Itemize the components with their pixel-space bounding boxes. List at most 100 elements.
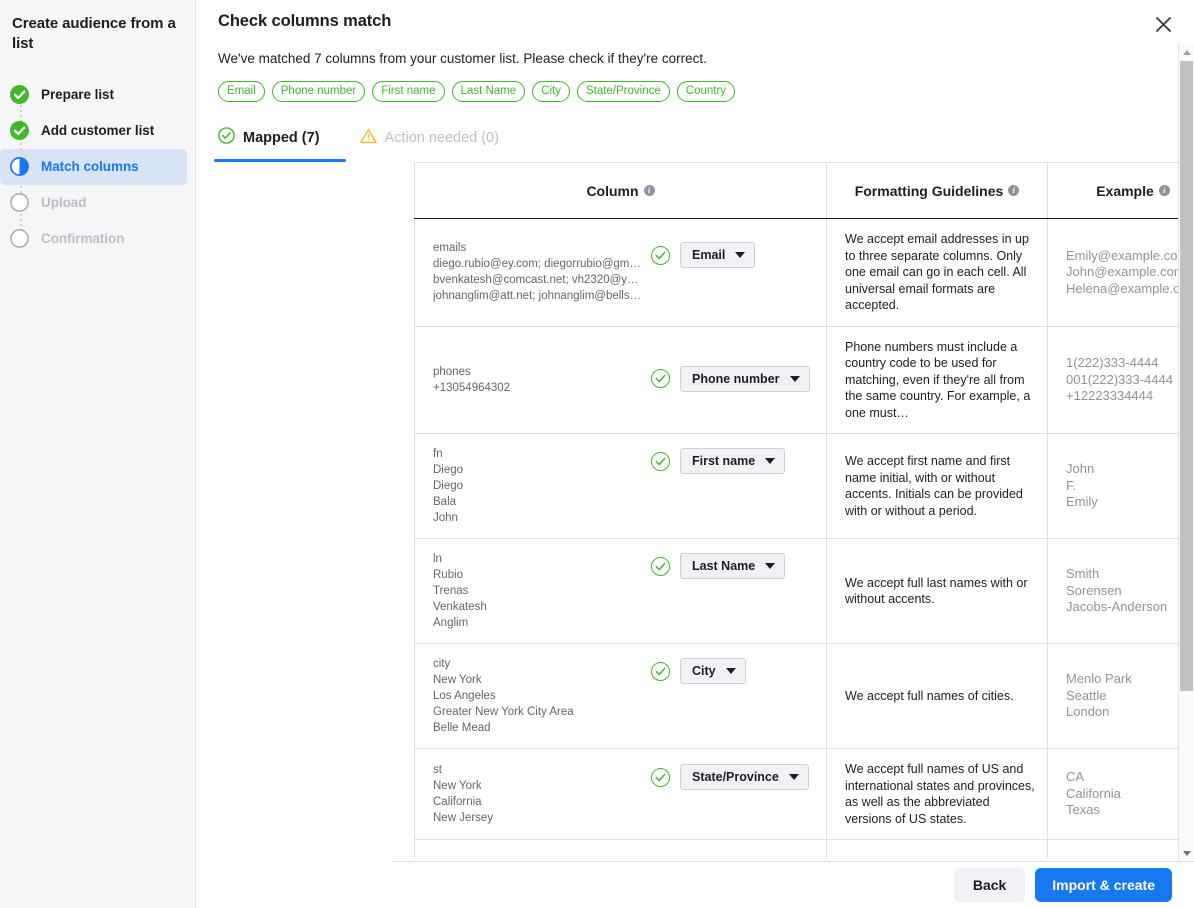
table-row [414,839,1194,858]
guideline-text: We accept full names of cities. [845,688,1014,703]
table-row: fn Diego Diego Bala John First name We a… [414,433,1194,539]
source-column-value: New Jersey [433,812,494,824]
source-column-value: New York [433,780,482,792]
cell-column: phones +13054964302 Phone number [414,325,827,434]
create-audience-dialog: Create audience from a list Prepare list… [0,0,1194,908]
tab-label: Mapped (7) [243,130,320,146]
back-button[interactable]: Back [953,868,1026,902]
header-label: Example [1096,182,1154,199]
source-column-name: fn [433,448,443,460]
guideline-text: We accept first name and first name init… [845,454,1023,518]
source-column-name: phones [433,365,471,378]
column-mapping-table: Column i Formatting Guidelines i Example i [414,162,1194,858]
mapping-dropdown-value: First name [692,454,756,468]
source-column-name: ln [433,553,442,565]
check-circle-icon [10,85,29,104]
chevron-down-icon [788,774,799,780]
chip-last-name: Last Name [451,81,526,102]
chevron-down-icon [725,668,736,674]
scroll-down-arrow-icon[interactable] [1179,845,1194,861]
header-label: Column [586,182,639,199]
info-icon[interactable]: i [643,185,655,196]
source-column-name: st [433,764,442,776]
info-icon[interactable]: i [1158,185,1170,196]
mapping-dropdown[interactable]: State/Province [680,764,809,790]
table-row: phones +13054964302 Phone number Phone n… [414,325,1194,434]
sidebar-item-label: Upload [41,195,87,210]
source-column-value: Los Angeles [433,690,496,702]
chevron-down-icon [765,458,776,464]
example-value: Texas [1066,802,1100,818]
check-circle-icon [651,661,670,681]
source-column-name: city [433,658,451,670]
example-value: London [1066,704,1110,720]
mapping-dropdown[interactable]: Last Name [680,553,786,579]
chip-country: Country [676,81,736,102]
vertical-scrollbar[interactable] [1178,44,1194,861]
source-column-value: Diego [433,480,464,492]
cell-formatting-guideline: We accept full last names with or withou… [826,538,1048,644]
example-value: CA [1066,769,1085,785]
example-value: California [1066,785,1121,801]
chevron-down-icon [765,563,776,569]
table-header-example: Example i [1047,162,1194,219]
mapping-dropdown[interactable]: Email [680,242,756,269]
info-icon[interactable]: i [1008,185,1020,196]
check-circle-icon [651,556,670,576]
main-header: Check columns match We've matched 7 colu… [196,0,1194,102]
example-value: F. [1066,477,1077,493]
source-column-preview: ln Rubio Trenas Venkatesh Anglim [433,551,651,631]
sidebar-item-upload[interactable]: Upload [0,185,187,221]
check-circle-icon [651,245,670,265]
example-value: Menlo Park [1066,671,1132,687]
mapping-dropdown[interactable]: Phone number [680,365,810,392]
tab-mapped[interactable]: Mapped (7) [214,127,345,162]
import-and-create-button[interactable]: Import & create [1035,868,1172,902]
mapping-dropdown[interactable]: City [680,658,746,684]
source-column-preview: city New York Los Angeles Greater New Yo… [433,656,651,736]
sidebar-item-match-columns[interactable]: Match columns [0,148,187,185]
wizard-sidebar: Create audience from a list Prepare list… [0,0,196,908]
source-column-value: John [433,512,458,524]
cell-formatting-guideline: We accept first name and first name init… [826,433,1048,539]
check-circle-icon [218,127,235,149]
tab-action-needed[interactable]: Action needed (0) [359,127,499,162]
example-value: John@example.com [1066,264,1185,279]
scroll-up-arrow-icon[interactable] [1179,44,1194,60]
page-subtitle: We've matched 7 columns from your custom… [218,51,707,66]
source-column-preview: st New York California New Jersey [433,762,651,826]
main-panel: Check columns match We've matched 7 colu… [196,0,1194,908]
sidebar-item-confirmation[interactable]: Confirmation [0,221,187,257]
check-circle-icon [651,369,670,389]
source-column-value: Greater New York City Area [433,706,574,718]
sidebar-title: Create audience from a list [12,15,176,53]
table-header-column: Column i [414,162,827,219]
guideline-text: We accept full names of US and internati… [845,762,1035,826]
source-column-value: Rubio [433,569,464,581]
source-column-value: bvenkatesh@comcast.net; vh2320@y… [433,274,639,287]
source-column-name: emails [433,242,467,255]
mapping-dropdown[interactable]: First name [680,448,786,474]
cell-formatting-guideline: Phone numbers must include a country cod… [826,325,1048,434]
source-column-value: Belle Mead [433,722,491,734]
chip-phone-number: Phone number [271,81,366,102]
sidebar-item-prepare-list[interactable]: Prepare list [0,77,187,113]
source-column-value: Trenas [433,585,469,597]
cell-example: Menlo Park Seattle London [1047,643,1194,749]
source-column-value: California [433,796,482,808]
chip-email: Email [218,81,265,102]
tab-bar: Mapped (7) Action needed (0) [196,127,1194,162]
cell-formatting-guideline [826,839,1048,858]
cell-formatting-guideline: We accept email addresses in up to three… [826,218,1048,327]
table-header-row: Column i Formatting Guidelines i Example i [414,162,1194,219]
source-column-value: johnanglim@att.net; johnanglim@bells… [433,290,642,303]
mapping-dropdown-value: Last Name [692,559,756,573]
scroll-viewport: Check columns match We've matched 7 colu… [196,0,1194,858]
sidebar-item-add-customer-list[interactable]: Add customer list [0,113,187,149]
scrollbar-thumb[interactable] [1180,61,1193,691]
source-column-value: Anglim [433,617,469,629]
cell-example: Emily@example.com John@example.com Helen… [1047,218,1194,327]
check-circle-icon [651,451,670,471]
chip-first-name: First name [372,81,445,102]
mapping-dropdown-value: State/Province [692,770,779,784]
